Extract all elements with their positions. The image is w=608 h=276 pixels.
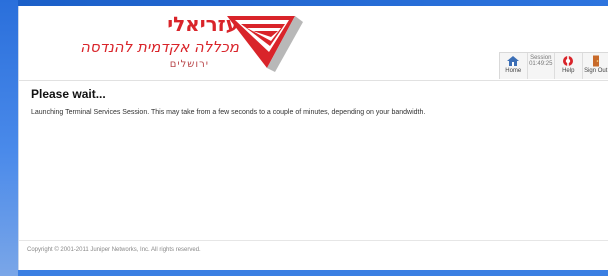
logo-city: ירושלים: [169, 59, 209, 70]
sign-out-button[interactable]: Sign Out: [583, 53, 608, 79]
logo-subtitle: מכללה אקדמית להנדסה: [80, 38, 239, 56]
status-message: Launching Terminal Services Session. Thi…: [31, 109, 426, 116]
help-lifebuoy-icon: [563, 56, 574, 66]
home-label: Home: [505, 68, 522, 74]
home-icon: [507, 56, 520, 66]
desktop-edge: [0, 0, 18, 276]
footer-divider: [19, 240, 608, 241]
sign-out-label: Sign Out: [584, 68, 608, 74]
college-logo-icon: [227, 16, 303, 72]
page-header: עזריאלי מכללה אקדמית להנדסה ירושלים Home…: [19, 6, 608, 81]
browser-page: עזריאלי מכללה אקדמית להנדסה ירושלים Home…: [18, 6, 608, 270]
page-title: Please wait...: [31, 87, 106, 101]
session-indicator: Session 01:49:25: [528, 53, 555, 79]
session-time: 01:49:25: [529, 61, 553, 67]
copyright-text: Copyright © 2001-2011 Juniper Networks, …: [27, 247, 201, 253]
home-button[interactable]: Home: [500, 53, 528, 79]
help-button[interactable]: Help: [555, 53, 583, 79]
logo-title: עזריאלי: [167, 12, 239, 36]
help-label: Help: [562, 68, 575, 74]
sign-out-door-icon: [592, 55, 599, 67]
toolbar: Home Session 01:49:25 Help Sign Out: [499, 52, 608, 79]
